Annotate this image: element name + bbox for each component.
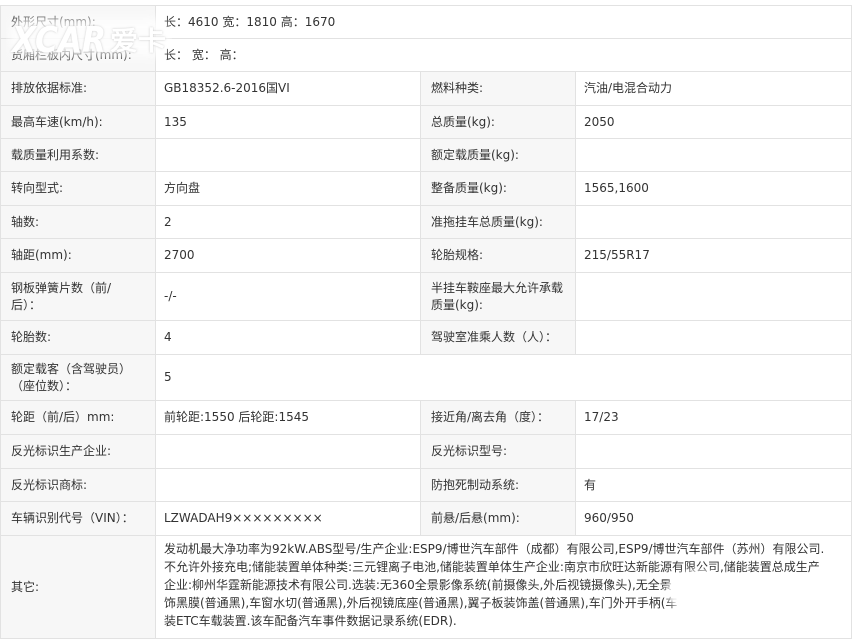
spec-value: 4	[155, 320, 421, 355]
table-row: 钢板弹簧片数（前/ 后）： -/- 半挂车鞍座最大允许承载 质量(kg):	[0, 272, 852, 321]
spec-label: 防抱死制动系统:	[420, 468, 576, 502]
spec-label: 钢板弹簧片数（前/ 后）：	[0, 272, 156, 321]
table-row: 载质量利用系数: 额定载质量(kg):	[0, 138, 852, 172]
table-row: 轮距（前/后）mm: 前轮距:1550 后轮距:1545 接近角/离去角（度）：…	[0, 400, 852, 435]
table-row: 排放依据标准: GB18352.6-2016国VI 燃料种类: 汽油/电混合动力	[0, 71, 852, 106]
spec-value: 2	[155, 205, 421, 239]
spec-label: 反光标识型号:	[420, 434, 576, 469]
spec-value: 有	[574, 468, 852, 502]
spec-value: 2700	[155, 238, 421, 273]
spec-value: -/-	[155, 272, 421, 321]
table-row: 货厢栏板内尺寸(mm): 长： 宽： 高：	[0, 38, 852, 72]
spec-value	[574, 320, 852, 355]
spec-value: 215/55R17	[574, 238, 852, 273]
spec-label: 半挂车鞍座最大允许承载 质量(kg):	[420, 272, 576, 321]
spec-label: 轴数:	[0, 205, 156, 239]
table-row: 车辆识别代号（VIN）： LZWADAH9××××××××× 前悬/后悬(mm)…	[0, 501, 852, 536]
spec-label: 货厢栏板内尺寸(mm):	[0, 38, 156, 72]
spec-label: 转向型式:	[0, 171, 156, 206]
spec-value: 汽油/电混合动力	[574, 71, 852, 106]
table-row: 反光标识生产企业: 反光标识型号:	[0, 434, 852, 469]
notes-line: 饰黑膜(普通黑),车窗水切(普通黑),外后视镜底座(普通黑),翼子板装饰盖(普通…	[164, 596, 678, 610]
table-row: 其它: 发动机最大净功率为92kW.ABS型号/生产企业:ESP9/博世汽车部件…	[0, 535, 852, 639]
spec-label: 燃料种类:	[420, 71, 576, 106]
spec-value	[574, 205, 852, 239]
spec-value: 17/23	[574, 400, 852, 435]
spec-value	[155, 138, 421, 172]
spec-value: 1565,1600	[574, 171, 852, 206]
table-row: 额定载客（含驾驶员） （座位数）： 5	[0, 354, 852, 401]
spec-value: 135	[155, 105, 421, 139]
spec-label: 接近角/离去角（度）：	[420, 400, 576, 435]
spec-value: 960/950	[574, 501, 852, 536]
spec-label: 外形尺寸(mm):	[0, 5, 156, 39]
table-row: 最高车速(km/h): 135 总质量(kg): 2050	[0, 105, 852, 139]
spec-value: 前轮距:1550 后轮距:1545	[155, 400, 421, 435]
spec-label: 轮胎数:	[0, 320, 156, 355]
spec-value: LZWADAH9×××××××××	[155, 501, 421, 536]
notes-line: 企业:柳州华霆新能源技术有限公司.选装:无360全景影像系统(前摄像头,外后视镜…	[164, 578, 672, 592]
spec-value	[574, 434, 852, 469]
table-row: 外形尺寸(mm): 长：4610 宽：1810 高：1670	[0, 5, 852, 39]
spec-label: 排放依据标准:	[0, 71, 156, 106]
spec-label: 整备质量(kg):	[420, 171, 576, 206]
spec-value	[155, 468, 421, 502]
spec-value: GB18352.6-2016国VI	[155, 71, 421, 106]
spec-label: 额定载客（含驾驶员） （座位数）：	[0, 354, 156, 401]
spec-label: 反光标识生产企业:	[0, 434, 156, 469]
notes-line: 发动机最大净功率为92kW.ABS型号/生产企业:ESP9/博世汽车部件（成都）…	[164, 542, 825, 556]
spec-label: 载质量利用系数:	[0, 138, 156, 172]
spec-label: 其它:	[0, 535, 156, 639]
spec-label: 前悬/后悬(mm):	[420, 501, 576, 536]
table-row: 轴距(mm): 2700 轮胎规格: 215/55R17	[0, 238, 852, 273]
table-row: 转向型式: 方向盘 整备质量(kg): 1565,1600	[0, 171, 852, 206]
spec-label: 轴距(mm):	[0, 238, 156, 273]
spec-value	[155, 434, 421, 469]
spec-label: 最高车速(km/h):	[0, 105, 156, 139]
spec-value	[574, 272, 852, 321]
spec-label: 额定载质量(kg):	[420, 138, 576, 172]
spec-label: 准拖挂车总质量(kg):	[420, 205, 576, 239]
table-row: 轮胎数: 4 驾驶室准乘人数（人）：	[0, 320, 852, 355]
table-row: 反光标识商标: 防抱死制动系统: 有	[0, 468, 852, 502]
table-row: 轴数: 2 准拖挂车总质量(kg):	[0, 205, 852, 239]
spec-label: 总质量(kg):	[420, 105, 576, 139]
spec-label: 反光标识商标:	[0, 468, 156, 502]
spec-value: 5	[154, 354, 852, 401]
spec-label: 轮距（前/后）mm:	[0, 400, 156, 435]
notes-line: 不允许外接充电;储能装置单体种类:三元锂离子电池,储能装置单体生产企业:南京市欣…	[164, 560, 820, 574]
vehicle-spec-table: 外形尺寸(mm): 长：4610 宽：1810 高：1670 货厢栏板内尺寸(m…	[0, 5, 852, 639]
spec-value: 长：4610 宽：1810 高：1670	[154, 5, 852, 39]
spec-label: 驾驶室准乘人数（人）：	[420, 320, 576, 355]
spec-value: 2050	[574, 105, 852, 139]
spec-value: 长： 宽： 高：	[154, 38, 852, 72]
spec-label: 轮胎规格:	[420, 238, 576, 273]
notes-line: 装ETC车载装置.该车配备汽车事件数据记录系统(EDR).	[164, 614, 457, 628]
spec-value: 方向盘	[155, 171, 421, 206]
spec-value	[574, 138, 852, 172]
other-notes: 发动机最大净功率为92kW.ABS型号/生产企业:ESP9/博世汽车部件（成都）…	[154, 535, 852, 639]
spec-label: 车辆识别代号（VIN）：	[0, 501, 156, 536]
